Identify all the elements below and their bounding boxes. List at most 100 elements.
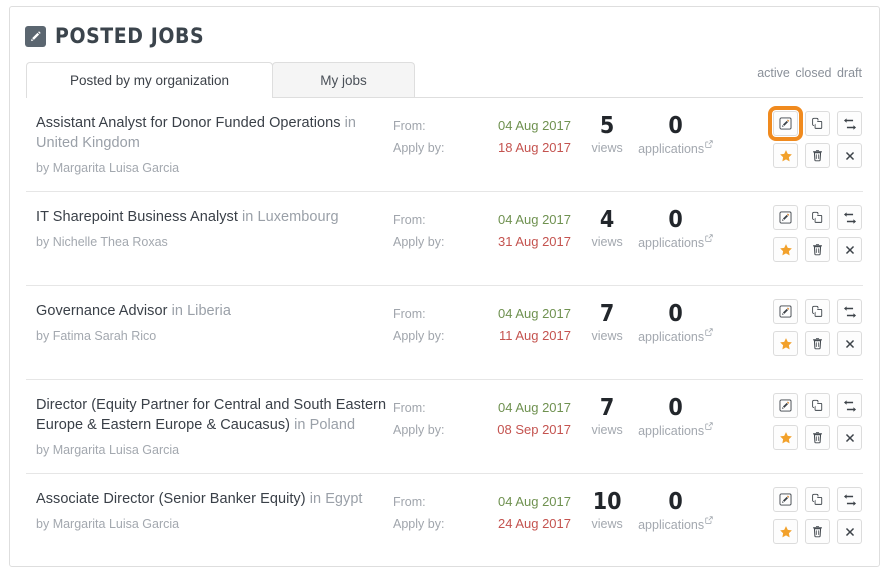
apply-by-date-value: 31 Aug 2017 bbox=[497, 234, 571, 249]
job-author: by Margarita Luisa Garcia bbox=[36, 516, 393, 532]
job-author-name: Fatima Sarah Rico bbox=[52, 329, 157, 343]
from-label: From: bbox=[393, 119, 426, 133]
applications-label-wrap: applications bbox=[638, 140, 713, 157]
close-button[interactable] bbox=[837, 331, 862, 356]
applications-stat[interactable]: 0 applications bbox=[631, 113, 720, 158]
applications-stat[interactable]: 0 applications bbox=[631, 395, 720, 440]
job-title[interactable]: IT Sharepoint Business Analyst in Luxemb… bbox=[36, 207, 393, 227]
close-button[interactable] bbox=[837, 143, 862, 168]
star-icon bbox=[779, 149, 793, 163]
feature-button[interactable] bbox=[773, 519, 798, 544]
job-title-text: Assistant Analyst for Donor Funded Opera… bbox=[36, 115, 341, 131]
delete-button[interactable] bbox=[805, 331, 830, 356]
job-info: Governance Advisor in Liberia by Fatima S… bbox=[26, 301, 393, 344]
from-date-line: From: 04 Aug 2017 bbox=[393, 209, 575, 231]
repost-button[interactable] bbox=[837, 299, 862, 324]
star-icon bbox=[779, 337, 793, 351]
applications-stat[interactable]: 0 applications bbox=[631, 207, 720, 252]
copy-icon bbox=[811, 117, 824, 130]
feature-button[interactable] bbox=[773, 143, 798, 168]
close-button[interactable] bbox=[837, 425, 862, 450]
repost-button[interactable] bbox=[837, 111, 862, 136]
pencil-square-icon bbox=[25, 26, 46, 47]
duplicate-button[interactable] bbox=[805, 487, 830, 512]
tab-my-jobs[interactable]: My jobs bbox=[272, 62, 415, 98]
views-stat: 10 views bbox=[583, 489, 631, 533]
views-count: 4 bbox=[599, 207, 615, 233]
repost-button[interactable] bbox=[837, 205, 862, 230]
job-title[interactable]: Associate Director (Senior Banker Equity… bbox=[36, 489, 393, 509]
duplicate-button[interactable] bbox=[805, 299, 830, 324]
job-title[interactable]: Director (Equity Partner for Central and… bbox=[36, 395, 393, 435]
trash-icon bbox=[811, 243, 824, 256]
tab-label: My jobs bbox=[320, 73, 367, 88]
edit-button[interactable] bbox=[773, 393, 798, 418]
table-row: IT Sharepoint Business Analyst in Luxemb… bbox=[26, 192, 863, 286]
job-author: by Margarita Luisa Garcia bbox=[36, 442, 393, 458]
from-date-value: 04 Aug 2017 bbox=[497, 494, 571, 509]
duplicate-button[interactable] bbox=[805, 393, 830, 418]
applications-label: applications bbox=[638, 518, 705, 533]
job-author-name: Margarita Luisa Garcia bbox=[52, 517, 180, 531]
job-author-preposition: by bbox=[36, 329, 50, 343]
filter-active-link[interactable]: active bbox=[756, 66, 791, 80]
applications-count: 0 bbox=[668, 489, 683, 515]
trash-icon bbox=[811, 337, 824, 350]
times-icon bbox=[844, 432, 856, 444]
delete-button[interactable] bbox=[805, 237, 830, 262]
applications-stat[interactable]: 0 applications bbox=[631, 489, 720, 534]
star-icon bbox=[779, 525, 793, 539]
from-date-value: 04 Aug 2017 bbox=[497, 306, 571, 321]
job-dates: From: 04 Aug 2017 Apply by: 18 Aug 2017 bbox=[393, 113, 575, 159]
job-title-text: Governance Advisor bbox=[36, 303, 168, 319]
apply-by-date-line: Apply by: 24 Aug 2017 bbox=[393, 513, 575, 535]
job-author-preposition: by bbox=[36, 443, 50, 457]
views-stat: 4 views bbox=[583, 207, 631, 251]
pencil-square-icon bbox=[779, 117, 792, 130]
edit-button[interactable] bbox=[773, 487, 798, 512]
applications-label-wrap: applications bbox=[638, 328, 713, 345]
job-stats: 10 views 0 applications bbox=[575, 489, 720, 534]
views-stat: 7 views bbox=[583, 301, 631, 345]
external-link-icon bbox=[705, 516, 713, 524]
filter-closed-link[interactable]: closed bbox=[794, 66, 832, 80]
job-author-name: Nichelle Thea Roxas bbox=[52, 235, 168, 249]
edit-button[interactable] bbox=[768, 106, 803, 141]
job-author-preposition: by bbox=[36, 235, 50, 249]
applications-stat[interactable]: 0 applications bbox=[631, 301, 720, 346]
pencil-square-icon bbox=[779, 211, 792, 224]
filter-draft-link[interactable]: draft bbox=[836, 66, 863, 80]
feature-button[interactable] bbox=[773, 331, 798, 356]
delete-button[interactable] bbox=[805, 519, 830, 544]
repost-button[interactable] bbox=[837, 393, 862, 418]
feature-button[interactable] bbox=[773, 425, 798, 450]
copy-icon bbox=[811, 305, 824, 318]
close-button[interactable] bbox=[837, 519, 862, 544]
job-location: Egypt bbox=[325, 491, 363, 507]
duplicate-button[interactable] bbox=[805, 205, 830, 230]
external-link-icon bbox=[705, 422, 713, 430]
external-link-icon bbox=[705, 234, 713, 242]
close-button[interactable] bbox=[837, 237, 862, 262]
delete-button[interactable] bbox=[805, 143, 830, 168]
apply-by-date-line: Apply by: 18 Aug 2017 bbox=[393, 137, 575, 159]
edit-button[interactable] bbox=[773, 299, 798, 324]
applications-label: applications bbox=[638, 142, 705, 157]
job-title[interactable]: Governance Advisor in Liberia bbox=[36, 301, 393, 321]
applications-count: 0 bbox=[668, 395, 683, 421]
job-dates: From: 04 Aug 2017 Apply by: 11 Aug 2017 bbox=[393, 301, 575, 347]
apply-by-label: Apply by: bbox=[393, 235, 445, 249]
table-row: Director (Equity Partner for Central and… bbox=[26, 380, 863, 474]
duplicate-button[interactable] bbox=[805, 111, 830, 136]
job-dates: From: 04 Aug 2017 Apply by: 08 Sep 2017 bbox=[393, 395, 575, 441]
tab-posted-by-my-organization[interactable]: Posted by my organization bbox=[26, 62, 273, 99]
edit-button[interactable] bbox=[773, 205, 798, 230]
delete-button[interactable] bbox=[805, 425, 830, 450]
views-label: views bbox=[591, 141, 623, 155]
from-date-value: 04 Aug 2017 bbox=[497, 400, 571, 415]
repost-button[interactable] bbox=[837, 487, 862, 512]
job-title[interactable]: Assistant Analyst for Donor Funded Opera… bbox=[36, 113, 393, 153]
feature-button[interactable] bbox=[773, 237, 798, 262]
trash-icon bbox=[811, 149, 824, 162]
job-dates: From: 04 Aug 2017 Apply by: 24 Aug 2017 bbox=[393, 489, 575, 535]
